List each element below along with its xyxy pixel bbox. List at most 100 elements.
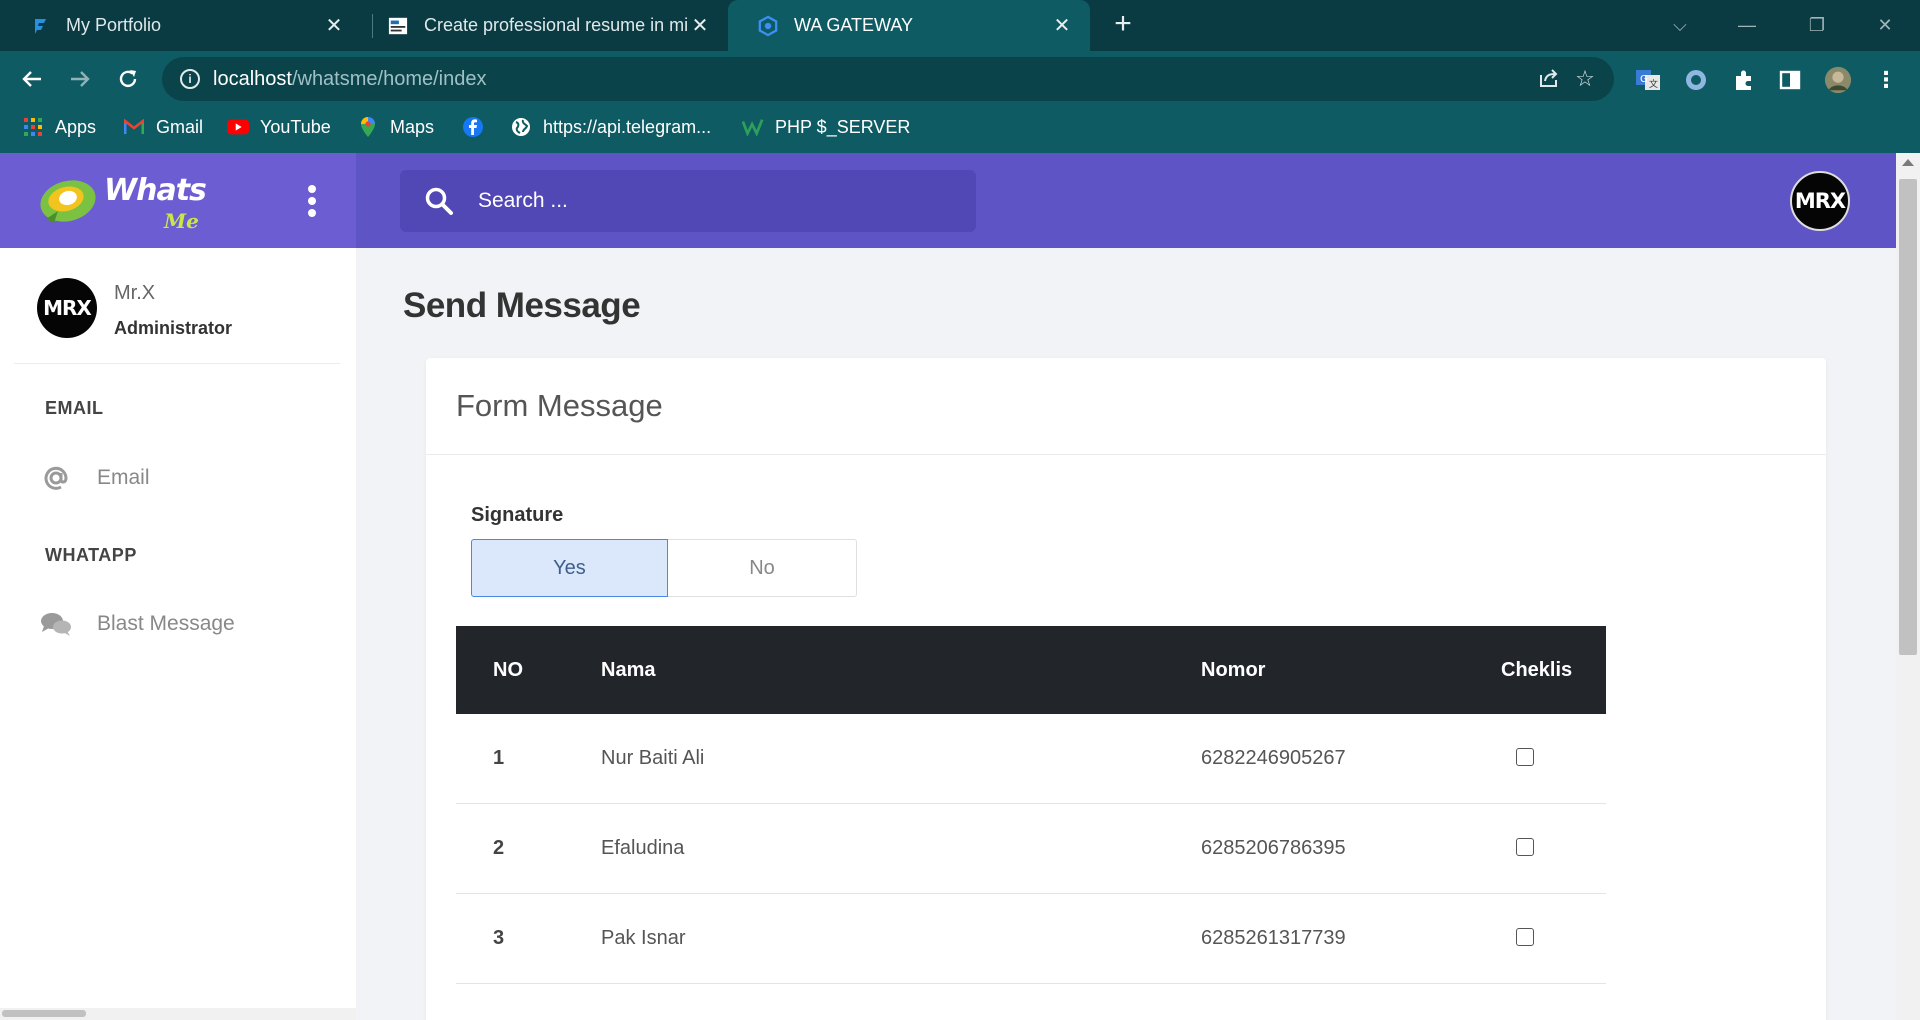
- translate-extension-icon[interactable]: G文: [1634, 66, 1662, 94]
- sidebar-item-label: Blast Message: [97, 612, 235, 635]
- share-icon[interactable]: [1537, 67, 1561, 91]
- facebook-icon: [462, 116, 484, 138]
- address-bar[interactable]: i localhost/whatsme/home/index ☆: [162, 57, 1614, 101]
- tab-title: Create professional resume in mi: [424, 15, 689, 35]
- bookmark-label: PHP $_SERVER: [775, 116, 911, 137]
- bookmarks-bar: Apps Gmail YouTube Maps https://api.tele…: [0, 107, 1920, 153]
- browser-tab-resume[interactable]: Create professional resume in mi ✕: [358, 0, 728, 51]
- window-close-icon[interactable]: ✕: [1850, 0, 1920, 51]
- sidebar-heading-email: EMAIL: [45, 398, 104, 418]
- sidebar-divider: [14, 363, 340, 364]
- close-icon[interactable]: ✕: [690, 13, 710, 38]
- column-header-nama: Nama: [601, 658, 656, 681]
- table-row: 1 Nur Baiti Ali 6282246905267: [456, 714, 1606, 804]
- portfolio-favicon-icon: [30, 16, 50, 36]
- extensions-puzzle-icon[interactable]: [1730, 66, 1758, 94]
- cell-no: 1: [493, 747, 505, 769]
- card-divider: [426, 454, 1826, 455]
- youtube-icon: [227, 116, 249, 138]
- cell-nomor: 6285261317739: [1201, 927, 1346, 949]
- cell-cheklis: [1501, 804, 1534, 893]
- bookmark-star-icon[interactable]: ☆: [1573, 67, 1597, 91]
- header-avatar[interactable]: MRX: [1790, 171, 1850, 231]
- globe-icon: [510, 116, 532, 138]
- bookmark-youtube[interactable]: YouTube: [227, 107, 331, 147]
- tab-search-chevron-icon[interactable]: ⌵: [1645, 0, 1715, 51]
- chat-bubbles-icon: [40, 608, 72, 640]
- at-icon: [40, 462, 72, 494]
- browser-tab-wa-gateway[interactable]: WA GATEWAY ✕: [728, 0, 1090, 51]
- site-info-icon[interactable]: i: [180, 69, 200, 89]
- more-menu-icon[interactable]: ⋮: [1872, 66, 1900, 94]
- sidebar-toggle-kebab-icon[interactable]: [306, 185, 318, 219]
- cell-no: 3: [493, 927, 505, 949]
- search-bar[interactable]: [400, 170, 976, 232]
- shield-favicon-icon: [758, 15, 778, 36]
- cell-cheklis: [1501, 894, 1534, 983]
- logo-text: Whats: [104, 173, 207, 208]
- scrollbar-thumb[interactable]: [1899, 179, 1917, 655]
- signature-label: Signature: [471, 504, 564, 526]
- cell-nomor: 6282246905267: [1201, 747, 1346, 769]
- browser-tab-my-portfolio[interactable]: My Portfolio ✕: [0, 0, 362, 51]
- profile-avatar-icon[interactable]: [1824, 66, 1852, 94]
- signature-no-button[interactable]: No: [668, 539, 857, 597]
- apps-grid-icon: [22, 116, 44, 138]
- sidebar-item-blast-message[interactable]: Blast Message: [40, 604, 340, 644]
- gmail-icon: [123, 116, 145, 138]
- user-role: Administrator: [114, 318, 233, 338]
- cell-no: 2: [493, 837, 505, 859]
- close-icon[interactable]: ✕: [324, 13, 344, 38]
- new-tab-plus-icon[interactable]: +: [1106, 8, 1140, 42]
- cell-nama: Efaludina: [601, 837, 685, 859]
- bookmark-label: Maps: [390, 116, 435, 137]
- search-icon: [425, 187, 453, 215]
- bookmark-gmail[interactable]: Gmail: [123, 107, 203, 147]
- minimize-icon[interactable]: —: [1712, 0, 1782, 51]
- bookmark-label: Gmail: [156, 116, 204, 137]
- search-input[interactable]: [478, 186, 938, 216]
- logo-emblem-icon: [40, 180, 96, 223]
- sidebar-horizontal-scrollbar[interactable]: [0, 1008, 356, 1020]
- table-row: 2 Efaludina 6285206786395: [456, 804, 1606, 894]
- table-row: 3 Pak Isnar 6285261317739: [456, 894, 1606, 984]
- bookmark-php-server[interactable]: PHP $_SERVER: [742, 107, 910, 147]
- whatsme-logo[interactable]: Whats Me: [36, 171, 207, 233]
- row-checkbox[interactable]: [1516, 927, 1534, 946]
- sidebar-item-email[interactable]: Email: [40, 458, 340, 498]
- svg-text:G: G: [1640, 74, 1648, 85]
- bookmark-telegram-api[interactable]: https://api.telegram...: [510, 107, 711, 147]
- contacts-table: NO Nama Nomor Cheklis 1 Nur Baiti Ali 62…: [456, 626, 1606, 984]
- browser-toolbar: i localhost/whatsme/home/index ☆ G文 ⋮: [0, 51, 1920, 107]
- cell-nama: Nur Baiti Ali: [601, 747, 705, 769]
- bookmark-facebook[interactable]: [462, 107, 495, 147]
- scroll-up-arrow-icon[interactable]: [1902, 159, 1914, 166]
- forward-arrow-icon[interactable]: [60, 59, 100, 99]
- close-icon[interactable]: ✕: [1052, 13, 1072, 38]
- row-checkbox[interactable]: [1516, 747, 1534, 766]
- signature-yes-button[interactable]: Yes: [471, 539, 668, 597]
- back-arrow-icon[interactable]: [12, 59, 52, 99]
- cell-nama: Pak Isnar: [601, 927, 686, 949]
- extension-ring-icon[interactable]: [1682, 66, 1710, 94]
- table-header: NO Nama Nomor Cheklis: [456, 626, 1606, 714]
- page-vertical-scrollbar[interactable]: [1896, 153, 1920, 1020]
- tab-title: My Portfolio: [66, 15, 162, 35]
- brand-area: Whats Me: [0, 153, 356, 248]
- sidebar-heading-whatapp: WHATAPP: [45, 545, 137, 565]
- restore-icon[interactable]: ❐: [1782, 0, 1852, 51]
- sidebar: MRX Mr.X Administrator EMAIL Email WHATA…: [0, 248, 356, 1020]
- row-checkbox[interactable]: [1516, 837, 1534, 856]
- svg-text:文: 文: [1649, 78, 1658, 90]
- bookmark-label: https://api.telegram...: [543, 116, 712, 137]
- side-panel-icon[interactable]: [1776, 66, 1804, 94]
- reload-icon[interactable]: [108, 59, 148, 99]
- page-title: Send Message: [403, 286, 641, 325]
- bookmark-maps[interactable]: Maps: [357, 107, 434, 147]
- url-text: localhost/whatsme/home/index: [213, 68, 487, 90]
- bookmark-apps[interactable]: Apps: [22, 107, 96, 147]
- tab-title: WA GATEWAY: [794, 15, 914, 35]
- scrollbar-thumb[interactable]: [2, 1010, 86, 1017]
- logo-subtext: Me: [164, 209, 199, 233]
- column-header-cheklis: Cheklis: [1501, 658, 1573, 681]
